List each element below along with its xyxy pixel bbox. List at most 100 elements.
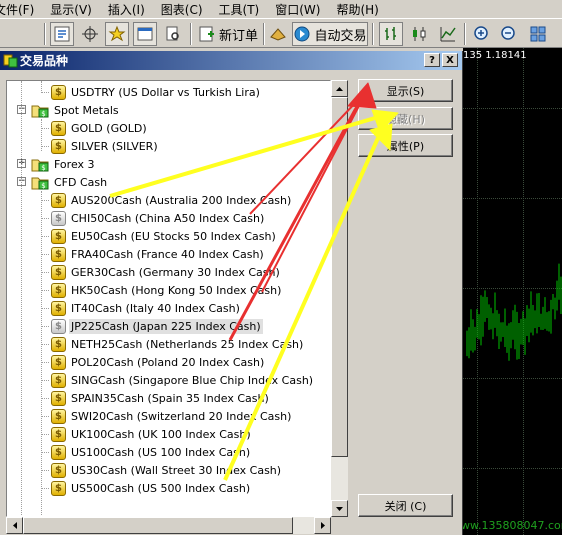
candlestick-button[interactable] bbox=[407, 22, 431, 46]
scroll-down-button[interactable] bbox=[331, 500, 348, 517]
bar-chart-icon bbox=[385, 27, 396, 40]
crosshair-button[interactable] bbox=[78, 22, 102, 46]
symbol-list-item[interactable]: $ SPAIN35Cash (Spain 35 Index Cash) bbox=[51, 389, 271, 407]
tile-windows-button[interactable] bbox=[526, 22, 550, 46]
tree-connector bbox=[41, 398, 49, 399]
menu-file[interactable]: 文件(F) bbox=[0, 1, 34, 18]
horizontal-scroll-thumb[interactable] bbox=[23, 517, 293, 534]
symbol-label: AUS200Cash (Australia 200 Index Cash) bbox=[71, 193, 292, 207]
symbol-list-item[interactable]: $ FRA40Cash (France 40 Index Cash) bbox=[51, 245, 266, 263]
symbol-label: GOLD (GOLD) bbox=[71, 121, 147, 135]
menu-window[interactable]: 窗口(W) bbox=[275, 1, 320, 18]
tree-horizontal-scrollbar[interactable] bbox=[6, 517, 331, 534]
symbols-window-icon bbox=[3, 54, 18, 68]
menu-view[interactable]: 显示(V) bbox=[50, 1, 92, 18]
tree-connector bbox=[41, 344, 49, 345]
scroll-right-button[interactable] bbox=[314, 517, 331, 534]
menu-insert[interactable]: 插入(I) bbox=[108, 1, 145, 18]
dialog-title-bar[interactable]: 交易品种 ? X bbox=[0, 51, 462, 70]
symbol-list-item[interactable]: $ SILVER (SILVER) bbox=[51, 137, 160, 155]
menu-tools[interactable]: 工具(T) bbox=[219, 1, 260, 18]
menu-bar: 文件(F) 显示(V) 插入(I) 图表(C) 工具(T) 窗口(W) 帮助(H… bbox=[0, 0, 562, 18]
price-chart[interactable]: 135 1.18141 bbox=[463, 48, 562, 535]
symbol-list-item[interactable]: $ SWI20Cash (Switzerland 20 Index Cash) bbox=[51, 407, 293, 425]
symbol-label: SINGCash (Singapore Blue Chip Index Cash… bbox=[71, 373, 314, 387]
navigator-button[interactable] bbox=[105, 22, 129, 46]
symbols-tree[interactable]: $ USDTRY (US Dollar vs Turkish Lira) $ Spot… bbox=[6, 80, 331, 517]
auto-trading-button[interactable]: 自动交易 bbox=[292, 22, 368, 46]
symbol-label: SILVER (SILVER) bbox=[71, 139, 158, 153]
dialog-close-button[interactable]: 关闭 (C) bbox=[358, 494, 453, 517]
symbol-list-item[interactable]: $ EU50Cash (EU Stocks 50 Index Cash) bbox=[51, 227, 278, 245]
tree-connector bbox=[41, 470, 49, 471]
symbol-list-item[interactable]: $ HK50Cash (Hong Kong 50 Index Cash) bbox=[51, 281, 283, 299]
symbol-label: SWI20Cash (Switzerland 20 Index Cash) bbox=[71, 409, 292, 423]
symbol-coin-icon: $ bbox=[51, 390, 66, 406]
symbol-coin-icon: $ bbox=[51, 426, 66, 442]
zoom-in-button[interactable] bbox=[470, 22, 494, 46]
candlestick-icon bbox=[413, 27, 426, 41]
scroll-up-arrow-icon bbox=[336, 86, 343, 91]
help-button[interactable]: ? bbox=[424, 53, 440, 67]
symbol-list-item[interactable]: $ GOLD (GOLD) bbox=[51, 119, 149, 137]
scroll-down-arrow-icon bbox=[336, 506, 343, 511]
svg-text:$: $ bbox=[41, 110, 45, 118]
symbols-dialog: 交易品种 ? X $ USDTRY (US Dollar vs Turkish L… bbox=[0, 51, 463, 535]
symbol-list-item[interactable]: $ CHI50Cash (China A50 Index Cash) bbox=[51, 209, 266, 227]
terminal-icon bbox=[137, 27, 153, 41]
symbol-list-item[interactable]: $ UK100Cash (UK 100 Index Cash) bbox=[51, 425, 253, 443]
scroll-left-button[interactable] bbox=[6, 517, 23, 534]
tree-vertical-scrollbar[interactable] bbox=[331, 80, 348, 517]
symbol-list-item[interactable]: $ USDTRY (US Dollar vs Turkish Lira) bbox=[51, 83, 262, 101]
symbol-list-item[interactable]: $ JP225Cash (Japan 225 Index Cash) bbox=[51, 317, 263, 335]
auto-trading-label: 自动交易 bbox=[314, 28, 367, 44]
bar-chart-button[interactable] bbox=[379, 22, 403, 46]
svg-text:$: $ bbox=[41, 164, 45, 172]
tree-connector bbox=[41, 128, 49, 129]
hide-button[interactable]: 隐藏(H) bbox=[358, 107, 453, 130]
tree-connector bbox=[41, 416, 49, 417]
symbol-list-item[interactable]: $ GER30Cash (Germany 30 Index Cash) bbox=[51, 263, 282, 281]
show-button[interactable]: 显示(S) bbox=[358, 79, 453, 102]
tree-connector bbox=[41, 191, 42, 516]
menu-charts[interactable]: 图表(C) bbox=[161, 1, 203, 18]
vertical-scroll-thumb[interactable] bbox=[331, 97, 348, 457]
symbol-list-item[interactable]: $ NETH25Cash (Netherlands 25 Index Cash) bbox=[51, 335, 305, 353]
strategy-tester-button[interactable] bbox=[161, 22, 185, 46]
symbol-list-item[interactable]: $ POL20Cash (Poland 20 Index Cash) bbox=[51, 353, 266, 371]
terminal-button[interactable] bbox=[133, 22, 157, 46]
metaeditor-button[interactable] bbox=[267, 22, 289, 46]
tree-connector bbox=[41, 326, 49, 327]
new-order-button[interactable]: 新订单 bbox=[196, 22, 260, 46]
tree-folder[interactable]: $ Spot Metals bbox=[31, 101, 121, 119]
symbol-label: US500Cash (US 500 Index Cash) bbox=[71, 481, 251, 495]
symbol-label: NETH25Cash (Netherlands 25 Index Cash) bbox=[71, 337, 304, 351]
close-window-button[interactable]: X bbox=[442, 53, 458, 67]
symbol-label: GER30Cash (Germany 30 Index Cash) bbox=[71, 265, 280, 279]
menu-help[interactable]: 帮助(H) bbox=[336, 1, 378, 18]
tree-folder[interactable]: $ CFD Cash bbox=[31, 173, 109, 191]
symbol-label: US100Cash (US 100 Index Cash) bbox=[71, 445, 251, 459]
symbol-list-item[interactable]: $ SINGCash (Singapore Blue Chip Index Cas… bbox=[51, 371, 315, 389]
symbol-list-item[interactable]: $ IT40Cash (Italy 40 Index Cash) bbox=[51, 299, 242, 317]
tree-folder[interactable]: $ Forex 3 bbox=[31, 155, 97, 173]
line-chart-button[interactable] bbox=[436, 22, 460, 46]
market-watch-button[interactable] bbox=[50, 22, 74, 46]
tree-folder-label: Spot Metals bbox=[54, 103, 119, 117]
tree-connector bbox=[41, 119, 42, 151]
symbol-label: EU50Cash (EU Stocks 50 Index Cash) bbox=[71, 229, 276, 243]
symbol-list-item[interactable]: $ AUS200Cash (Australia 200 Index Cash) bbox=[51, 191, 293, 209]
symbol-coin-icon: $ bbox=[51, 372, 66, 388]
svg-text:$: $ bbox=[41, 182, 45, 190]
toolbar-separator bbox=[44, 23, 46, 45]
symbol-list-item[interactable]: $ US30Cash (Wall Street 30 Index Cash) bbox=[51, 461, 283, 479]
symbol-label: POL20Cash (Poland 20 Index Cash) bbox=[71, 355, 265, 369]
symbol-list-item[interactable]: $ US100Cash (US 100 Index Cash) bbox=[51, 443, 252, 461]
symbol-list-item[interactable]: $ US500Cash (US 500 Index Cash) bbox=[51, 479, 252, 497]
zoom-out-button[interactable] bbox=[497, 22, 521, 46]
properties-button[interactable]: 属性(P) bbox=[358, 134, 453, 157]
symbol-label: HK50Cash (Hong Kong 50 Index Cash) bbox=[71, 283, 282, 297]
toolbar-separator bbox=[372, 23, 374, 45]
tree-connector bbox=[41, 290, 49, 291]
scroll-up-button[interactable] bbox=[331, 80, 348, 97]
